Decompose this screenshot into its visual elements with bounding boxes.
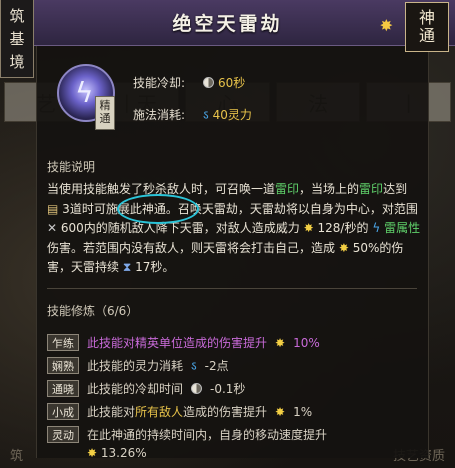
star-icon: ✸ <box>275 404 286 419</box>
cultivation-title: 技能修炼（6/6） <box>47 304 139 318</box>
skill-description: 当使用技能触发了秒杀敌人时，可召唤一道雷印，当场上的雷印达到 ▤ 3道时可施展此… <box>47 180 422 278</box>
shentong-badge: 神 通 <box>405 2 449 52</box>
range-icon: ✕ <box>47 221 58 235</box>
divider <box>47 288 417 289</box>
cultivation-text: 在此神通的持续时间内，自身的移动速度提升 <box>87 428 328 442</box>
sparkle-icon: ✸ <box>379 16 393 35</box>
cultivation-tag: 灵动 <box>47 426 79 443</box>
desc-count: 3 <box>62 201 70 216</box>
cultivation-text-block: 在此神通的持续时间内，自身的移动速度提升 ✸ 13.26% <box>87 426 327 460</box>
hourglass-icon: ⧗ <box>122 260 132 274</box>
keyword-element: 雷属性 <box>384 221 421 235</box>
desc-text: 内的随机敌人降下天雷，对敌人造成威力 <box>83 221 300 235</box>
cultivation-text: 此技能的冷却时间 <box>87 382 184 396</box>
grade-char: 通 <box>99 112 111 125</box>
cultivation-value: 13.26% <box>100 446 147 460</box>
cooldown-label: 技能冷却: <box>133 76 186 90</box>
star-icon: ✸ <box>87 446 98 460</box>
realm-char: 境 <box>9 53 25 71</box>
cultivation-text: 此技能的灵力消耗 <box>87 359 184 373</box>
cultivation-text-pre: 此技能对 <box>87 405 136 419</box>
mana-icon: ऽ <box>203 108 209 122</box>
cultivation-text: 此技能对所有敌人造成的伤害提升 <box>87 403 267 420</box>
bottom-left-label: 筑 <box>10 448 24 464</box>
desc-text: ，当场上的 <box>299 182 360 196</box>
keyword-leiyin: 雷印 <box>275 182 300 196</box>
cost-row: 施法消耗: ऽ 40灵力 <box>133 106 252 123</box>
scroll-icon: ▤ <box>47 201 59 216</box>
cultivation-value: -2点 <box>204 359 229 373</box>
moon-icon <box>203 77 214 88</box>
desc-text: 伤害。若范围内没有敌人，则天雷将会打击自己，造成 <box>47 240 336 255</box>
cultivation-value: 10% <box>293 335 320 350</box>
cooldown-row: 技能冷却: 60秒 <box>133 74 245 91</box>
lightning-icon: ϟ <box>372 221 381 235</box>
cultivation-text: 此技能对精英单位造成的伤害提升 <box>87 336 268 350</box>
cultivation-tag: 娴熟 <box>47 357 79 374</box>
cultivation-tag: 乍练 <box>47 334 79 351</box>
cultivation-tag: 小成 <box>47 403 79 420</box>
cultivation-text-post: 造成的伤害提升 <box>183 405 268 419</box>
desc-duration: 17秒 <box>135 260 163 274</box>
cultivation-value-line: ✸ 13.26% <box>87 446 327 460</box>
realm-char: 基 <box>9 30 25 48</box>
desc-power: 128/秒 <box>317 221 357 235</box>
desc-text: 达到 <box>383 182 408 196</box>
mana-icon: ऽ <box>191 359 197 373</box>
star-icon: ✸ <box>303 221 314 235</box>
realm-tag: 筑 基 境 <box>0 0 34 78</box>
cost-label: 施法消耗: <box>133 108 186 122</box>
cultivation-row: 灵动 在此神通的持续时间内，自身的移动速度提升 ✸ 13.26% <box>47 426 422 460</box>
cultivation-tag: 通晓 <box>47 380 79 397</box>
highlight-circle <box>117 194 199 224</box>
skill-header: 绝空天雷劫 ✸ <box>0 0 455 46</box>
badge-char: 神 <box>418 8 435 28</box>
desc-text: 的 <box>356 221 369 235</box>
desc-text: 。 <box>162 260 175 274</box>
realm-char: 筑 <box>9 7 25 25</box>
grade-tag: 精 通 <box>95 96 115 130</box>
desc-range: 600 <box>60 221 84 235</box>
moon-icon <box>191 383 203 394</box>
cultivation-row: 小成 此技能对所有敌人造成的伤害提升 ✸ 1% <box>47 403 422 420</box>
skill-detail-panel: ϟ 精 通 技能冷却: 60秒 施法消耗: ऽ 40灵力 技能说明 当使用技能触… <box>36 46 429 460</box>
cooldown-value: 60秒 <box>218 76 246 90</box>
star-icon: ✸ <box>338 240 349 255</box>
cultivation-row: 娴熟 此技能的灵力消耗 ऽ -2点 <box>47 357 422 374</box>
cultivation-keyword: 所有敌人 <box>135 405 184 419</box>
star-icon: ✸ <box>275 335 286 350</box>
keyword-leiyin: 雷印 <box>359 182 384 196</box>
description-title: 技能说明 <box>47 160 96 174</box>
cultivation-value: -0.1秒 <box>210 382 246 396</box>
desc-self-dmg: 50% <box>352 240 380 255</box>
cost-value: 40灵力 <box>212 108 252 122</box>
badge-char: 通 <box>418 26 435 45</box>
cultivation-value: 1% <box>293 404 313 419</box>
cultivation-row: 乍练 此技能对精英单位造成的伤害提升 ✸ 10% <box>47 334 422 351</box>
cultivation-row: 通晓 此技能的冷却时间 -0.1秒 <box>47 380 422 397</box>
